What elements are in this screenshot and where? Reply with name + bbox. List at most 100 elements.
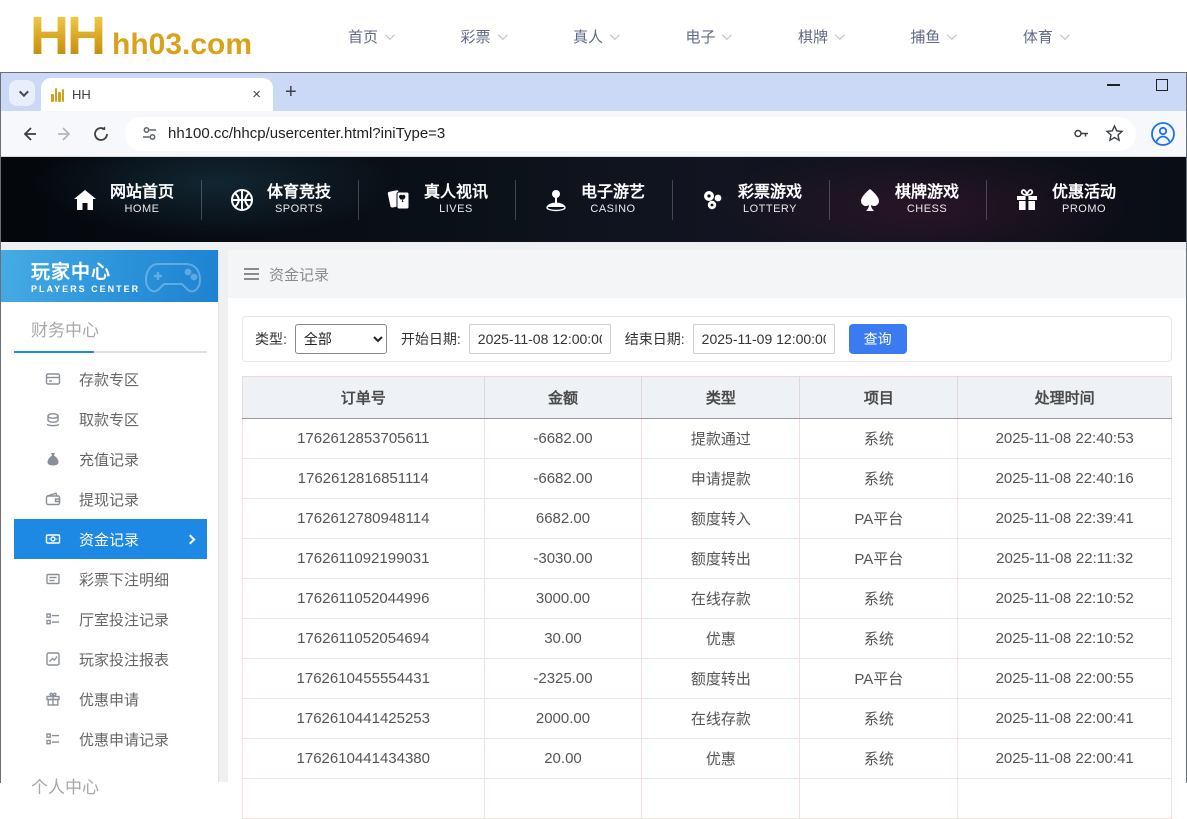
cell-amount: -6682.00 [484, 459, 642, 499]
withdraw-hand-icon [45, 411, 61, 427]
cell-type: 额度转出 [642, 539, 800, 579]
end-date-input[interactable] [693, 324, 835, 354]
cell-order-no: 1762612816851114 [243, 459, 485, 499]
forward-button[interactable] [49, 118, 81, 150]
nav-en-label: LOTTERY [743, 203, 797, 217]
sidebar-item-hall-bet-records[interactable]: 厅室投注记录 [14, 599, 207, 639]
top-nav-label: 棋牌 [798, 26, 828, 47]
sidebar-item-deposit-zone[interactable]: 存款专区 [14, 359, 207, 399]
back-button[interactable] [13, 118, 45, 150]
table-row: 1762611092199031 -3030.00 额度转出 PA平台 2025… [243, 539, 1172, 579]
nav-zh-label: 电子游艺 [581, 183, 645, 203]
sidebar-item-player-bet-report[interactable]: 玩家投注报表 [14, 639, 207, 679]
nav-lives[interactable]: 真人视讯LIVES [358, 177, 515, 223]
sidebar-item-label: 优惠申请记录 [79, 729, 169, 750]
nav-promo[interactable]: 优惠活动PROMO [986, 177, 1143, 223]
top-nav-home[interactable]: 首页 [348, 26, 392, 47]
top-nav-electronic[interactable]: 电子 [685, 26, 729, 47]
minimize-button[interactable] [1107, 84, 1120, 86]
sidebar-item-promo-apply[interactable]: 优惠申请 [14, 679, 207, 719]
sidebar-item-promo-apply-records[interactable]: 优惠申请记录 [14, 719, 207, 759]
table-row: 1762611052054694 30.00 优惠 系统 2025-11-08 … [243, 619, 1172, 659]
browser-tab[interactable]: HH × [41, 78, 273, 111]
nav-home[interactable]: 网站首页HOME [44, 177, 201, 223]
gift-icon [1013, 186, 1041, 214]
sidebar-item-label: 厅室投注记录 [79, 609, 169, 630]
table-header-row: 订单号 金额 类型 项目 处理时间 [243, 377, 1172, 419]
page: 网站首页HOME 体育竞技SPORTS 真人视讯LIVES 电子游艺CASINO [1, 157, 1186, 782]
top-nav-live[interactable]: 真人 [573, 26, 617, 47]
chevron-down-icon [610, 30, 620, 40]
ticket-list-icon [45, 571, 61, 587]
sidebar-item-funds-records[interactable]: 资金记录 [14, 519, 207, 559]
cell-order-no: 1762611052054694 [243, 619, 485, 659]
top-nav-label: 电子 [685, 26, 715, 47]
nav-chess[interactable]: 棋牌游戏CHESS [829, 177, 986, 223]
top-nav-chess[interactable]: 棋牌 [798, 26, 842, 47]
sidebar-item-withdrawal-records[interactable]: 提现记录 [14, 479, 207, 519]
browser-tabstrip: HH × + [1, 73, 1186, 111]
start-date-input[interactable] [469, 324, 611, 354]
bookmark-star-icon[interactable] [1105, 124, 1124, 143]
nav-zh-label: 体育竞技 [267, 183, 331, 203]
report-chart-icon [45, 651, 61, 667]
list-icon [45, 611, 61, 627]
sidebar-item-recharge-records[interactable]: 充值记录 [14, 439, 207, 479]
nav-casino[interactable]: 电子游艺CASINO [515, 177, 672, 223]
cell-amount: 20.00 [484, 739, 642, 779]
cell-order-no: 1762610441425253 [243, 699, 485, 739]
search-button[interactable]: 查询 [849, 324, 907, 354]
players-center-header[interactable]: 玩家中心 PLAYERS CENTER [1, 250, 218, 302]
game-nav-bar: 网站首页HOME 体育竞技SPORTS 真人视讯LIVES 电子游艺CASINO [1, 157, 1186, 242]
password-key-icon[interactable] [1072, 124, 1091, 143]
sidebar-item-lottery-bet-details[interactable]: 彩票下注明细 [14, 559, 207, 599]
top-nav-lottery[interactable]: 彩票 [460, 26, 504, 47]
site-header: HH hh03.com 首页 彩票 真人 电子 棋牌 捕鱼 体育 [0, 0, 1187, 72]
cell-project: 系统 [800, 739, 958, 779]
table-row: 1762612853705611 -6682.00 提款通过 系统 2025-1… [243, 419, 1172, 459]
top-nav-sports[interactable]: 体育 [1023, 26, 1067, 47]
nav-zh-label: 棋牌游戏 [895, 183, 959, 203]
nav-en-label: CHESS [907, 203, 947, 217]
type-select[interactable]: 全部 [295, 324, 387, 354]
new-tab-button[interactable]: + [285, 81, 297, 104]
cell-project: 系统 [800, 579, 958, 619]
browser-profile-icon[interactable] [1150, 121, 1176, 147]
promo-gift-icon [45, 691, 61, 707]
cell-amount: 6682.00 [484, 499, 642, 539]
site-info-icon[interactable] [141, 125, 158, 142]
col-type: 类型 [642, 377, 800, 419]
browser-toolbar: hh100.cc/hhcp/usercenter.html?iniType=3 [1, 111, 1186, 157]
sidebar-item-label: 提现记录 [79, 489, 139, 510]
chevron-down-icon [835, 30, 845, 40]
cell-time: 2025-11-08 22:40:53 [958, 419, 1172, 459]
sidebar-item-withdraw-zone[interactable]: 取款专区 [14, 399, 207, 439]
cell-type: 在线存款 [642, 699, 800, 739]
top-nav-fishing[interactable]: 捕鱼 [910, 26, 954, 47]
wallet-icon [45, 491, 61, 507]
start-date-label: 开始日期: [401, 329, 461, 349]
top-nav-label: 捕鱼 [910, 26, 940, 47]
url-text[interactable]: hh100.cc/hhcp/usercenter.html?iniType=3 [168, 125, 1058, 142]
site-logo[interactable]: HH hh03.com [30, 5, 252, 67]
sidebar-item-label: 彩票下注明细 [79, 569, 169, 590]
tab-search-button[interactable] [9, 80, 35, 106]
cell-project: PA平台 [800, 539, 958, 579]
tab-close-icon[interactable]: × [248, 86, 265, 103]
breadcrumb-label: 资金记录 [269, 264, 329, 285]
hamburger-icon [244, 268, 259, 280]
cell-order-no: 1762610441434380 [243, 739, 485, 779]
window-controls [1107, 79, 1168, 91]
cell-amount: -3030.00 [484, 539, 642, 579]
reload-button[interactable] [85, 118, 117, 150]
cell-order-no: 1762612780948114 [243, 499, 485, 539]
sidebar-item-label: 取款专区 [79, 409, 139, 430]
cell-project: 系统 [800, 419, 958, 459]
url-bar[interactable]: hh100.cc/hhcp/usercenter.html?iniType=3 [125, 117, 1136, 151]
logo-hh-text: HH [30, 5, 104, 67]
type-label: 类型: [255, 329, 287, 349]
maximize-button[interactable] [1156, 79, 1168, 91]
nav-sports[interactable]: 体育竞技SPORTS [201, 177, 358, 223]
site-favicon-icon [51, 88, 64, 102]
nav-lottery[interactable]: 彩票游戏LOTTERY [672, 177, 829, 223]
